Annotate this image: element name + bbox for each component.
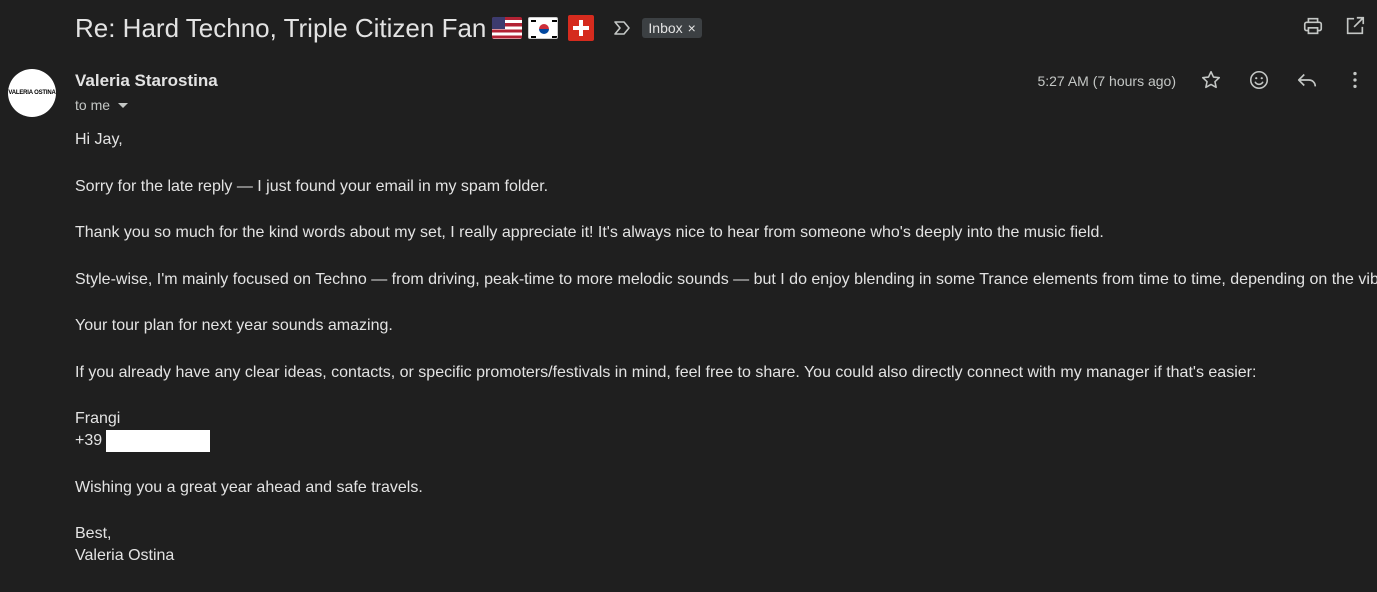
timestamp: 5:27 AM (7 hours ago) bbox=[1037, 73, 1176, 89]
recipient-toggle[interactable]: to me bbox=[75, 97, 129, 113]
inbox-label-text: Inbox bbox=[648, 20, 683, 36]
phone-prefix: +39 bbox=[75, 432, 103, 450]
avatar[interactable]: VALERIA OSTINA bbox=[8, 69, 56, 117]
body-paragraph-1: Sorry for the late reply — I just found … bbox=[75, 177, 549, 195]
avatar-logo-text: VALERIA OSTINA bbox=[8, 90, 56, 96]
star-icon[interactable] bbox=[1199, 68, 1223, 92]
sender-name: Valeria Starostina bbox=[75, 71, 218, 90]
open-in-new-window-icon[interactable] bbox=[1343, 14, 1367, 38]
message-actions bbox=[1199, 68, 1367, 92]
email-subject: Re: Hard Techno, Triple Citizen Fan bbox=[75, 12, 487, 43]
body-paragraph-3: Style-wise, I'm mainly focused on Techno… bbox=[75, 270, 1377, 288]
body-paragraph-4: Your tour plan for next year sounds amaz… bbox=[75, 317, 393, 334]
switzerland-flag-icon bbox=[568, 15, 595, 41]
inbox-label-chip[interactable]: Inbox × bbox=[642, 18, 702, 38]
subject-row: Re: Hard Techno, Triple Citizen Fan Inbo… bbox=[75, 8, 702, 48]
body-paragraph-2: Thank you so much for the kind words abo… bbox=[75, 224, 1104, 241]
body-paragraph-5: If you already have any clear ideas, con… bbox=[75, 363, 1257, 381]
closing: Best, bbox=[75, 525, 112, 543]
manager-name: Frangi bbox=[75, 410, 121, 427]
important-marker-icon[interactable] bbox=[612, 18, 632, 38]
more-vertical-icon[interactable] bbox=[1343, 68, 1367, 92]
signature: Valeria Ostina bbox=[75, 547, 175, 565]
greeting: Hi Jay, bbox=[75, 131, 123, 148]
redacted-phone bbox=[106, 430, 211, 452]
us-flag-icon bbox=[492, 17, 523, 39]
body-paragraph-6: Wishing you a great year ahead and safe … bbox=[75, 478, 423, 496]
remove-label-icon[interactable]: × bbox=[688, 20, 696, 36]
emoji-icon[interactable] bbox=[1247, 68, 1271, 92]
reply-icon[interactable] bbox=[1295, 68, 1319, 92]
print-icon[interactable] bbox=[1301, 14, 1325, 38]
manager-phone: +39 bbox=[75, 430, 1370, 452]
message-body: Hi Jay, Sorry for the late reply — I jus… bbox=[75, 129, 1377, 592]
south-korea-flag-icon bbox=[528, 17, 559, 39]
top-actions bbox=[1301, 14, 1367, 38]
recipient-text: to me bbox=[75, 97, 111, 113]
chevron-down-icon bbox=[118, 102, 129, 108]
